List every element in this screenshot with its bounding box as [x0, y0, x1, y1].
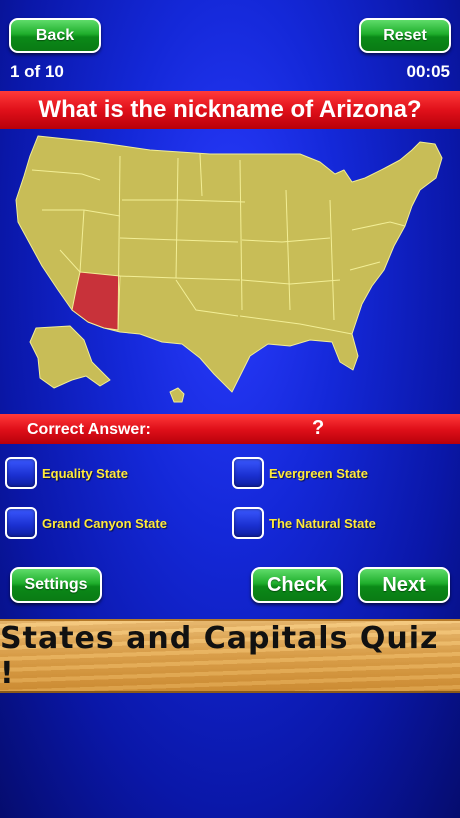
correct-answer-value: ? — [312, 417, 325, 439]
back-button[interactable]: Back — [9, 18, 101, 53]
banner-title: States and Capitals Quiz ! — [0, 621, 439, 691]
title-banner: States and Capitals Quiz ! — [0, 619, 460, 693]
reset-button[interactable]: Reset — [359, 18, 451, 53]
choice-checkbox-2[interactable] — [232, 457, 264, 489]
choice-checkbox-3[interactable] — [5, 507, 37, 539]
choice-label-1[interactable]: Equality State — [42, 466, 128, 481]
hawaii-state[interactable] — [169, 387, 185, 403]
timer: 00:05 — [406, 62, 450, 81]
check-button[interactable]: Check — [251, 567, 343, 603]
choice-checkbox-4[interactable] — [232, 507, 264, 539]
choice-label-2[interactable]: Evergreen State — [269, 466, 368, 481]
choice-label-3[interactable]: Grand Canyon State — [42, 516, 167, 531]
state-arizona[interactable] — [71, 271, 121, 331]
choice-checkbox-1[interactable] — [5, 457, 37, 489]
us-map — [15, 135, 443, 403]
settings-button[interactable]: Settings — [10, 567, 102, 603]
choice-label-4[interactable]: The Natural State — [269, 516, 376, 531]
question-banner: What is the nickname of Arizona? — [0, 91, 460, 129]
progress-counter: 1 of 10 — [10, 62, 64, 81]
correct-answer-bar: Correct Answer: ? — [0, 414, 460, 444]
correct-answer-label: Correct Answer: — [27, 421, 151, 438]
next-button[interactable]: Next — [358, 567, 450, 603]
alaska-state[interactable] — [29, 325, 111, 389]
question-text: What is the nickname of Arizona? — [38, 96, 422, 123]
